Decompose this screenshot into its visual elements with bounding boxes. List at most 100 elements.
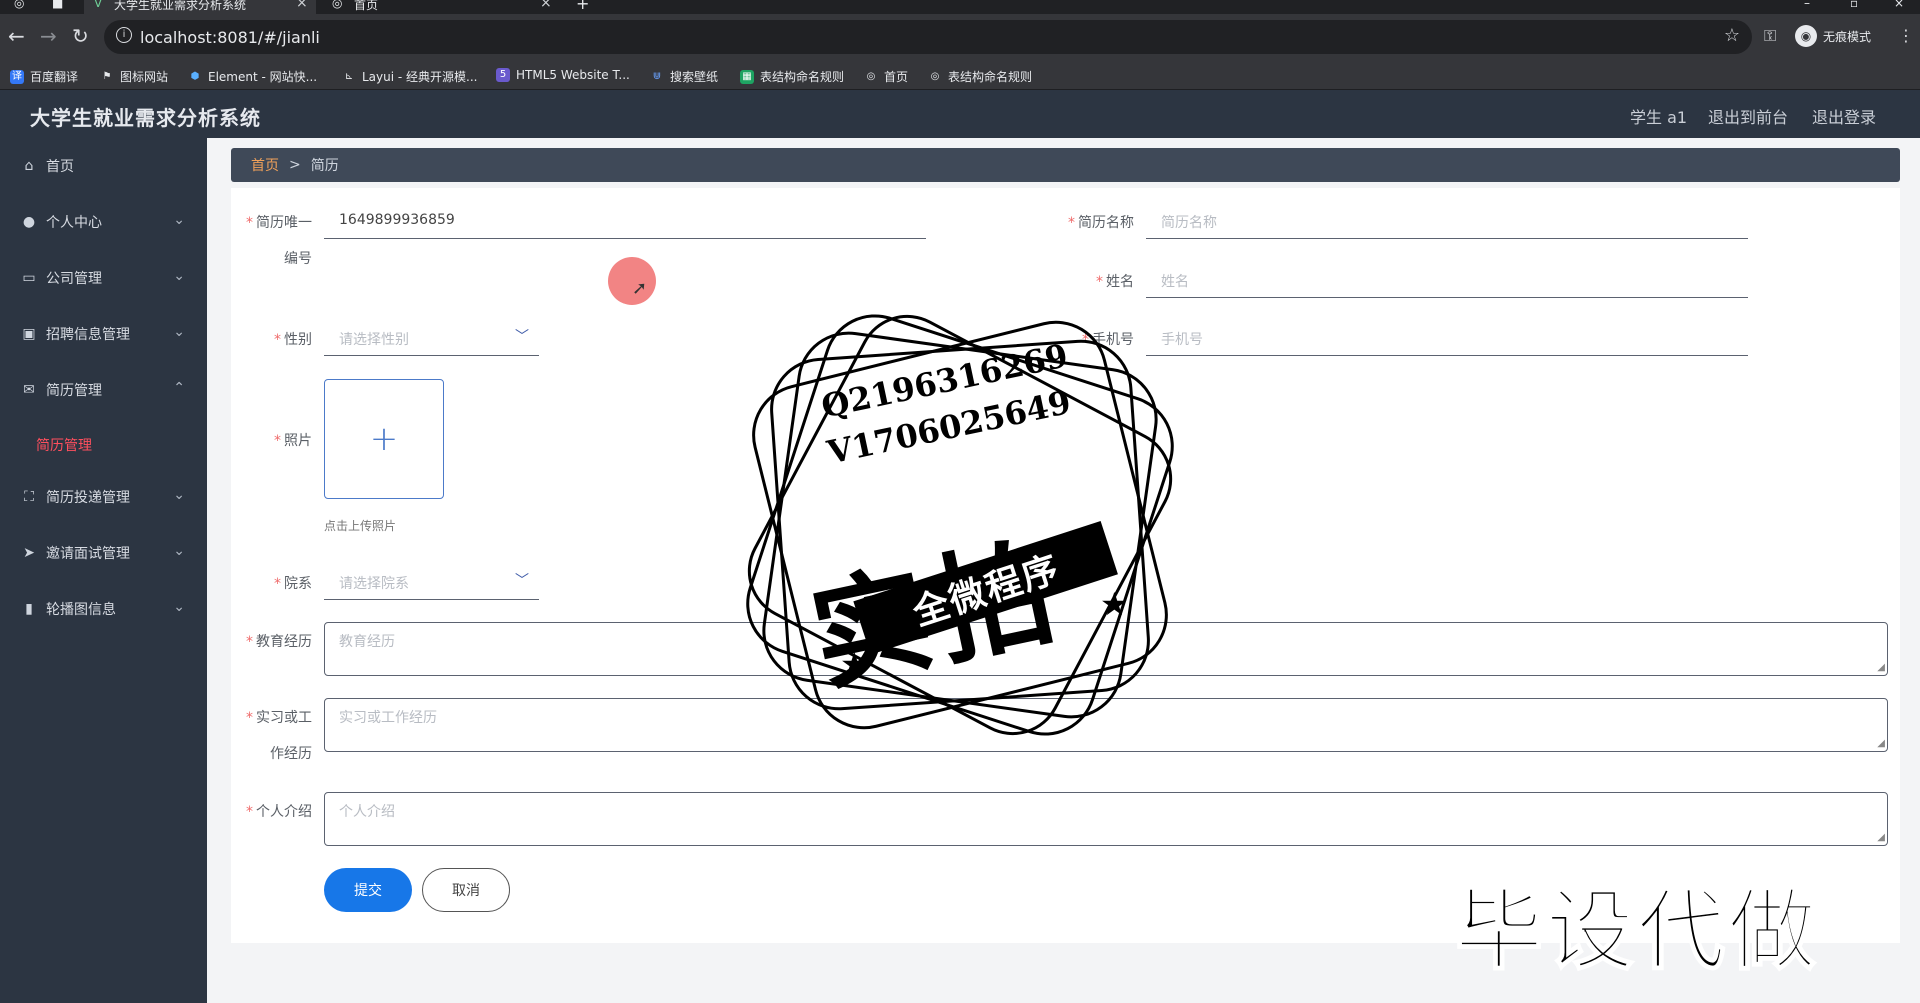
bookmark-item[interactable]: ◎ 表结构命名规则 [928, 68, 1032, 85]
submit-button[interactable]: 提交 [324, 868, 412, 912]
maximize-icon[interactable]: ▫ [1846, 0, 1866, 14]
chevron-down-icon: ⌄ [173, 487, 185, 503]
resize-grip-icon[interactable]: ◢ [1877, 832, 1885, 843]
bookmark-item[interactable]: ▦ 表结构命名规则 [740, 68, 844, 85]
key-icon[interactable]: ⚿ [1764, 26, 1776, 46]
resize-grip-icon[interactable]: ◢ [1877, 738, 1885, 749]
resume-id-field[interactable]: 1649899936859 [324, 203, 926, 239]
photo-upload-hint: 点击上传照片 [324, 519, 397, 533]
sidebar-item-home[interactable]: ⌂ 首页 [0, 146, 207, 186]
tab-current-title: 大学生就业需求分析系统 [114, 0, 247, 12]
element-icon: ⬢ [190, 70, 200, 82]
sidebar-subitem-resume-manage[interactable]: 简历管理 [36, 435, 92, 455]
sidebar-item-company[interactable]: ▭ 公司管理 ⌄ [0, 258, 207, 298]
tab-grid-icon[interactable]: ■ [46, 0, 76, 14]
close-icon[interactable]: × [540, 0, 552, 11]
tab-current[interactable]: V 大学生就业需求分析系统 × [84, 0, 316, 14]
window-close-icon[interactable]: × [1890, 0, 1910, 14]
department-label-text: 院系 [284, 576, 312, 592]
gender-select[interactable]: 请选择性别 ﹀ [324, 320, 539, 356]
bookmark-item[interactable]: ◎ 首页 [864, 68, 908, 85]
user-icon: ● [22, 214, 36, 230]
breadcrumb-home[interactable]: 首页 [251, 155, 279, 175]
education-placeholder: 教育经历 [339, 634, 395, 650]
bookmark-item[interactable]: ⚑ 图标网站 [100, 68, 169, 85]
bookmark-label: Element - 网站快... [208, 70, 318, 84]
bookmark-item[interactable]: 5 HTML5 Website T... [496, 68, 630, 82]
cancel-button[interactable]: 取消 [422, 868, 510, 912]
sidebar-item-interview[interactable]: ➤ 邀请面试管理 ⌄ [0, 533, 207, 573]
globe-icon: ◎ [866, 70, 876, 82]
close-icon[interactable]: × [296, 0, 308, 11]
chevron-down-icon: ⌄ [173, 268, 185, 284]
bookmark-item[interactable]: ⬢ Element - 网站快... [188, 68, 317, 85]
forward-arrow-icon[interactable]: → [40, 24, 57, 48]
sidebar-item-label: 简历管理 [46, 383, 102, 399]
gender-label: * 性别 [274, 332, 312, 348]
sidebar-item-resume-delivery[interactable]: ⛶ 简历投递管理 ⌄ [0, 477, 207, 517]
current-user[interactable]: 学生 a1 [1630, 104, 1687, 128]
bookmark-label: Layui - 经典开源模... [362, 70, 478, 84]
name-input[interactable]: 姓名 [1146, 262, 1748, 298]
bookmark-item[interactable]: 译百度翻译 [10, 68, 78, 85]
globe-icon: ◎ [332, 0, 343, 10]
chevron-down-icon: ⌄ [173, 212, 185, 228]
gender-label-text: 性别 [284, 332, 312, 348]
mail-icon: ✉ [23, 382, 35, 398]
bookmark-label: 百度翻译 [30, 70, 79, 84]
reload-icon[interactable]: ↻ [72, 24, 89, 48]
photo-label: * 照片 [274, 433, 312, 449]
chevron-down-icon: ⌄ [173, 543, 185, 559]
bookmark-label: 搜索壁纸 [670, 70, 719, 84]
tab-home[interactable]: ◎ 首页 × [322, 0, 554, 14]
resume-id-label-line2: 编号 [284, 251, 312, 267]
intro-label-text: 个人介绍 [256, 804, 312, 820]
logout-link[interactable]: 退出登录 [1812, 104, 1876, 128]
sidebar-item-personal-center[interactable]: ● 个人中心 ⌄ [0, 202, 207, 242]
globe-icon: ◎ [930, 70, 940, 82]
bookmark-item[interactable]: ⋓ 搜索壁纸 [650, 68, 718, 85]
flag-icon: ⚑ [102, 70, 112, 82]
bookmark-star-icon[interactable]: ☆ [1724, 25, 1740, 46]
breadcrumb-separator: > [289, 157, 301, 173]
browser-tab-bar: ◎ ■ V 大学生就业需求分析系统 × ◎ 首页 × + – ▫ × [0, 0, 1920, 14]
cursor-arrow-icon: ➚ [632, 278, 648, 299]
url-bar[interactable]: i localhost:8081/#/jianli ☆ [104, 20, 1752, 54]
bookmark-label: 首页 [884, 70, 909, 84]
chevron-down-icon: ⌄ [173, 599, 185, 615]
new-tab-button[interactable]: + [572, 0, 596, 14]
resize-grip-icon[interactable]: ◢ [1877, 662, 1885, 673]
sidebar: ⌂ 首页 ● 个人中心 ⌄ ▭ 公司管理 ⌄ ▣ 招聘信息管理 ⌄ ✉ 简历管理… [0, 138, 207, 1003]
sidebar-item-label: 邀请面试管理 [46, 546, 130, 562]
resume-id-value: 1649899936859 [339, 212, 455, 228]
sidebar-item-resume[interactable]: ✉ 简历管理 ⌃ [0, 370, 207, 410]
minimize-icon[interactable]: – [1800, 0, 1820, 14]
back-arrow-icon[interactable]: ← [8, 24, 25, 48]
resume-id-label-text: 简历唯一 [256, 215, 312, 231]
bookmark-label: 表结构命名规则 [948, 70, 1033, 84]
incognito-indicator[interactable]: ◉ 无痕模式 [1795, 25, 1871, 47]
sidebar-item-carousel[interactable]: ▮ 轮播图信息 ⌄ [0, 589, 207, 629]
breadcrumb-current: 简历 [310, 158, 339, 174]
sidebar-item-label: 轮播图信息 [46, 602, 116, 618]
resume-name-input[interactable]: 简历名称 [1146, 203, 1748, 239]
to-front-link[interactable]: 退出到前台 [1708, 104, 1788, 128]
work-label: * 实习或工 [246, 710, 312, 726]
sidebar-item-label: 首页 [46, 159, 74, 175]
sidebar-item-recruitment[interactable]: ▣ 招聘信息管理 ⌄ [0, 314, 207, 354]
phone-input[interactable]: 手机号 [1146, 320, 1748, 356]
name-label: * 姓名 [1096, 274, 1134, 290]
photo-upload-box[interactable]: + [324, 379, 444, 499]
bookmark-item[interactable]: ⊾ Layui - 经典开源模... [342, 68, 478, 85]
education-label: * 教育经历 [246, 634, 312, 650]
department-select[interactable]: 请选择院系 ﹀ [324, 564, 539, 600]
url-text: localhost:8081/#/jianli [140, 28, 320, 47]
info-icon[interactable]: i [116, 27, 132, 43]
bookmark-label: 图标网站 [120, 70, 169, 84]
company-icon: ▭ [22, 270, 36, 286]
photo-label-text: 照片 [284, 433, 312, 449]
work-placeholder: 实习或工作经历 [339, 710, 437, 726]
translate-icon: 译 [10, 69, 24, 84]
menu-dots-icon[interactable]: ⋮ [1898, 26, 1914, 45]
intro-textarea[interactable]: 个人介绍 ◢ [324, 792, 1888, 846]
